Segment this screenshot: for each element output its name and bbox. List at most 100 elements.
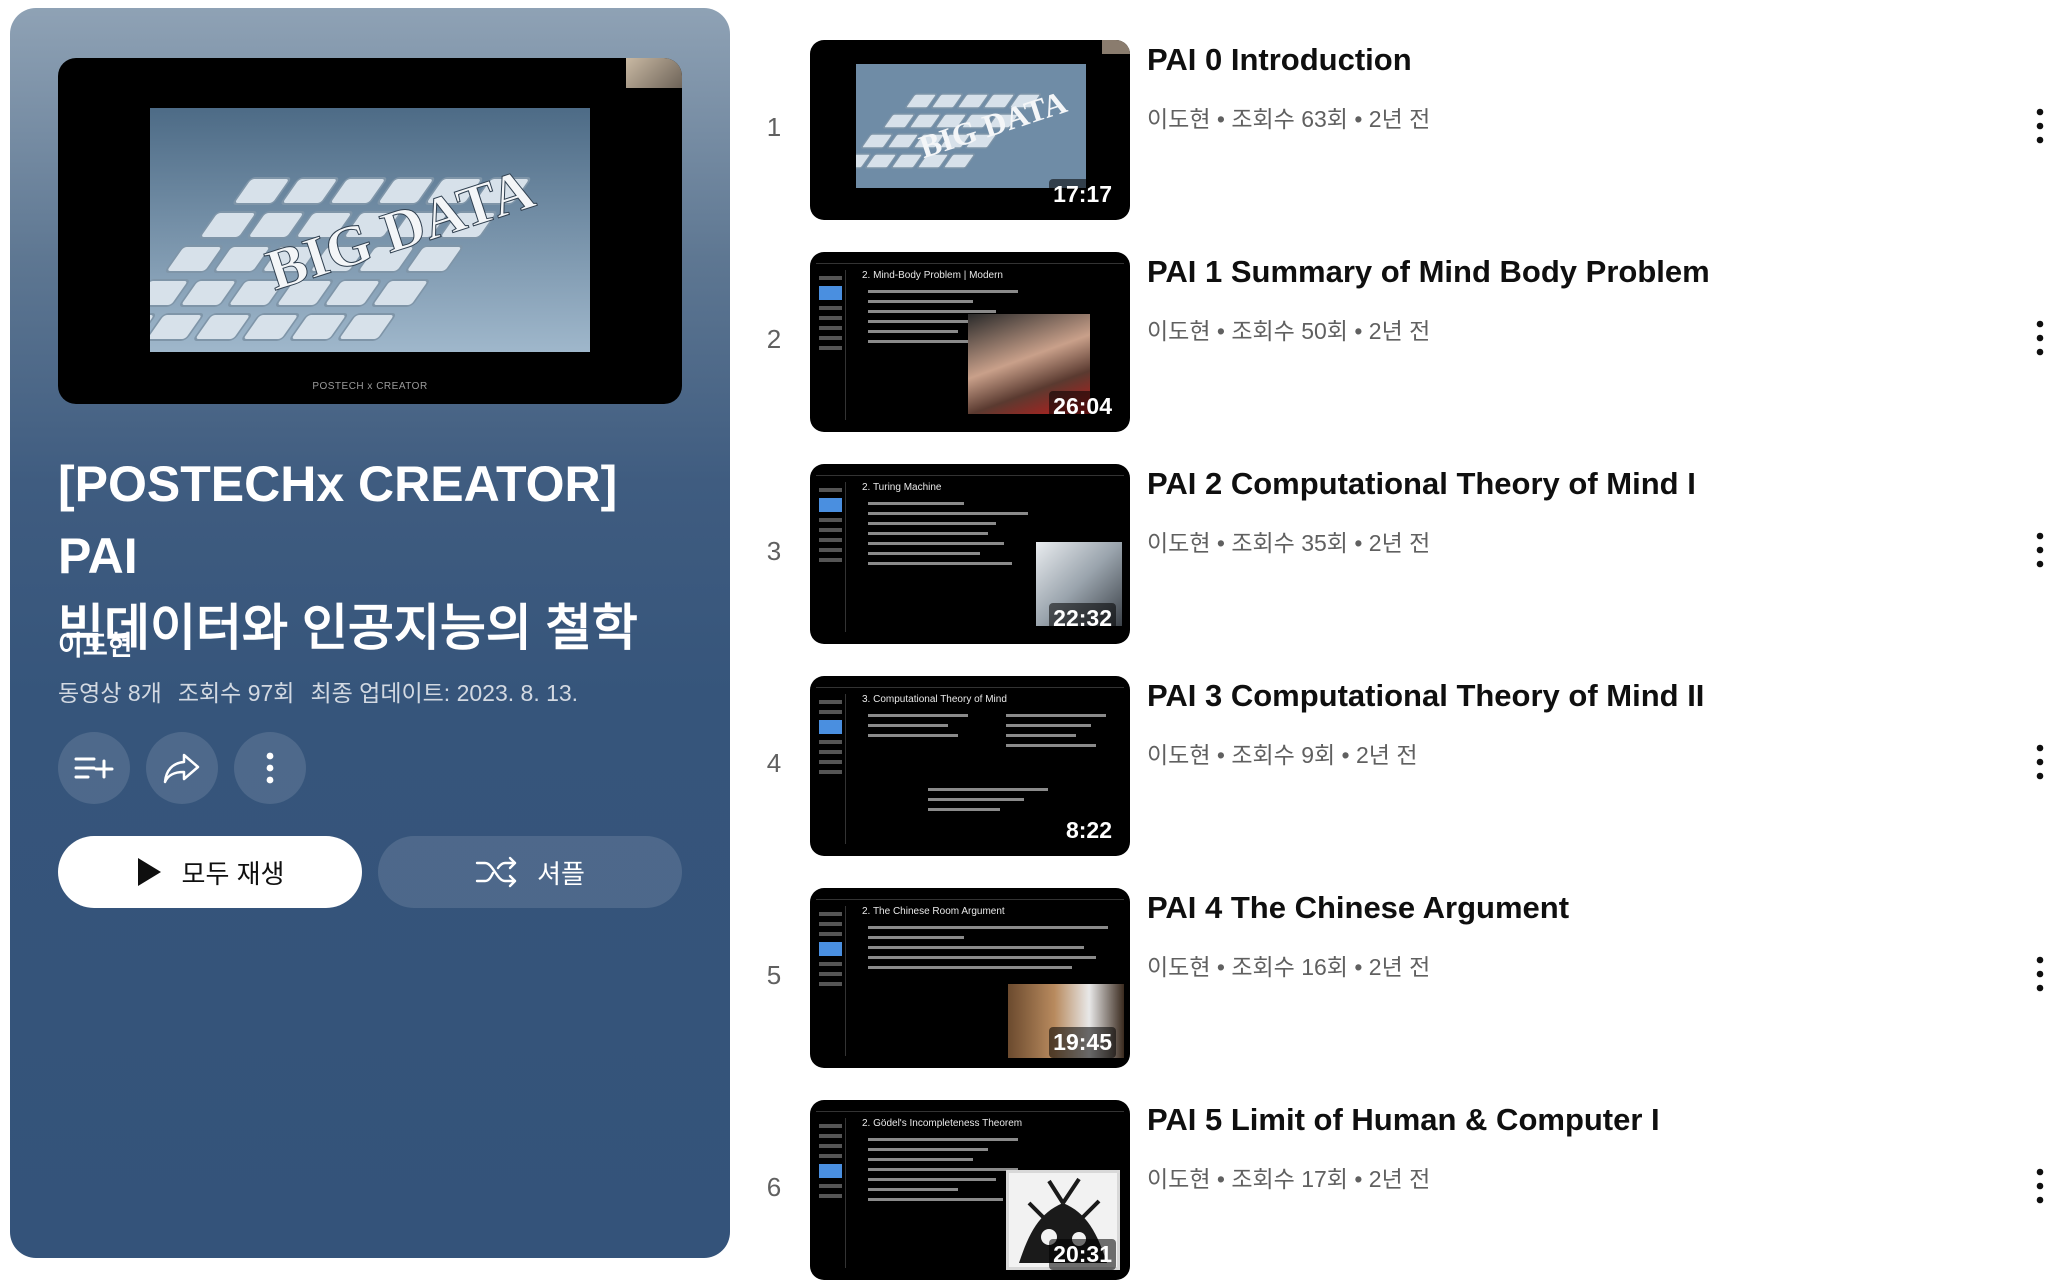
video-index: 2 [766,324,782,354]
video-title[interactable]: PAI 5 Limit of Human & Computer I [1147,1100,1660,1140]
view-count: 조회수 97회 [177,680,295,706]
video-age: 2년 전 [1368,954,1431,980]
meta-separator: • [1216,1166,1225,1192]
video-metadata: 이도현 • 조회수 50회 • 2년 전 [1147,312,1430,346]
video-duration: 26:04 [1049,391,1116,422]
video-index: 4 [766,748,782,778]
more-vert-icon[interactable] [2030,1166,2050,1206]
save-playlist-button[interactable] [58,732,130,804]
more-vert-icon[interactable] [2030,106,2050,146]
video-channel[interactable]: 이도현 [1147,1166,1210,1192]
hero-thumbnail-footer: POSTECH x CREATOR [312,381,428,392]
video-duration: 20:31 [1049,1239,1116,1270]
meta-separator: • [1216,742,1225,768]
playlist-thumbnail[interactable]: BIG DATA POSTECH x CREATOR [58,58,682,404]
video-thumbnail[interactable]: 2. The Chinese Room Argument 19:45 [810,888,1130,1068]
more-vert-icon[interactable] [2030,318,2050,358]
playlist-title-line1: [POSTECHx CREATOR] PAI [58,456,618,584]
playlist-video-item[interactable]: 5 2. The Chinese Room Argument 19:45 PAI… [760,888,2060,1070]
slide-sidebar [816,694,846,844]
slide-sidebar [816,482,846,632]
video-views: 조회수 17회 [1231,1166,1348,1192]
video-count: 동영상 8개 [58,680,162,706]
video-metadata: 이도현 • 조회수 16회 • 2년 전 [1147,948,1430,982]
video-metadata: 이도현 • 조회수 17회 • 2년 전 [1147,1160,1430,1194]
playlist-stats: 동영상 8개 조회수 97회 최종 업데이트: 2023. 8. 13. [58,674,578,708]
meta-separator: • [1216,530,1225,556]
more-vert-icon [266,752,274,784]
video-title[interactable]: PAI 3 Computational Theory of Mind II [1147,676,1704,716]
share-icon [163,753,200,784]
thumbnail-slide-heading: 2. Turing Machine [862,482,942,493]
meta-separator: • [1216,106,1225,132]
more-vert-icon[interactable] [2030,954,2050,994]
playlist-title-line2: 빅데이터와 인공지능의 철학 [58,600,638,656]
playlist-add-icon [74,757,114,779]
thumbnail-slide-heading: 3. Computational Theory of Mind [862,694,1007,705]
video-channel[interactable]: 이도현 [1147,954,1210,980]
big-data-keyboard-image: BIG DATA [856,64,1086,188]
shuffle-label: 셔플 [537,858,585,889]
shuffle-icon [475,856,517,888]
playlist-title: [POSTECHx CREATOR] PAI 빅데이터와 인공지능의 철학 [58,448,698,664]
video-thumbnail[interactable]: 2. Gödel's Incompleteness Theorem 20:31 [810,1100,1130,1280]
video-thumbnail[interactable]: 2. Mind-Body Problem | Modern 26:04 [810,252,1130,432]
slide-sidebar [816,906,846,1056]
video-duration: 17:17 [1049,179,1116,210]
play-all-label: 모두 재생 [181,858,285,889]
more-vert-icon[interactable] [2030,742,2050,782]
playlist-video-item[interactable]: 2 2. Mind-Body Problem | Modern 26:04 PA… [760,252,2060,434]
video-thumbnail[interactable]: 2. Turing Machine 22:32 [810,464,1130,644]
thumbnail-slide-heading: 2. The Chinese Room Argument [862,906,1005,917]
video-age: 2년 전 [1368,1166,1431,1192]
big-data-keyboard-image: BIG DATA [150,108,590,352]
video-duration: 8:22 [1061,815,1116,846]
video-metadata: 이도현 • 조회수 35회 • 2년 전 [1147,524,1430,558]
video-index: 3 [766,536,782,566]
more-actions-button[interactable] [234,732,306,804]
video-age: 2년 전 [1368,318,1431,344]
video-title[interactable]: PAI 4 The Chinese Argument [1147,888,1569,928]
video-title[interactable]: PAI 2 Computational Theory of Mind I [1147,464,1696,504]
meta-separator: • [1354,318,1363,344]
playlist-video-item[interactable]: 4 3. Computational Theory of Mind 8:22 P… [760,676,2060,858]
video-channel[interactable]: 이도현 [1147,742,1210,768]
video-age: 2년 전 [1368,106,1431,132]
playlist-owner[interactable]: 이도현 [58,624,133,663]
thumbnail-slide-heading: 2. Gödel's Incompleteness Theorem [862,1118,1023,1129]
video-metadata: 이도현 • 조회수 9회 • 2년 전 [1147,736,1418,770]
slide-sidebar [816,270,846,420]
thumbnail-slide-heading: 2. Mind-Body Problem | Modern [862,270,1003,281]
youtube-playlist-page: BIG DATA POSTECH x CREATOR [POSTECHx CRE… [0,0,2068,1288]
video-channel[interactable]: 이도현 [1147,530,1210,556]
meta-separator: • [1354,530,1363,556]
video-index: 5 [766,960,782,990]
meta-separator: • [1216,318,1225,344]
playlist-header-panel: BIG DATA POSTECH x CREATOR [POSTECHx CRE… [10,8,730,1258]
share-button[interactable] [146,732,218,804]
playlist-video-item[interactable]: 1 BIG DATA 17:17 PAI 0 Introduction 이도현 … [760,40,2060,222]
video-thumbnail[interactable]: BIG DATA 17:17 [810,40,1130,220]
playlist-video-item[interactable]: 3 2. Turing Machine 22:32 PAI 2 Computat… [760,464,2060,646]
shuffle-button[interactable]: 셔플 [378,836,682,908]
play-all-button[interactable]: 모두 재생 [58,836,362,908]
playlist-video-item[interactable]: 6 2. Gödel's Incompleteness Theorem 20:3… [760,1100,2060,1282]
video-title[interactable]: PAI 1 Summary of Mind Body Problem [1147,252,1710,292]
video-thumbnail[interactable]: 3. Computational Theory of Mind 8:22 [810,676,1130,856]
video-channel[interactable]: 이도현 [1147,318,1210,344]
presenter-webcam-image [1102,40,1130,54]
meta-separator: • [1354,106,1363,132]
video-views: 조회수 16회 [1231,954,1348,980]
more-vert-icon[interactable] [2030,530,2050,570]
video-title[interactable]: PAI 0 Introduction [1147,40,1412,80]
video-views: 조회수 35회 [1231,530,1348,556]
video-duration: 22:32 [1049,603,1116,634]
video-index: 6 [766,1172,782,1202]
video-duration: 19:45 [1049,1027,1116,1058]
last-updated: 최종 업데이트: 2023. 8. 13. [310,680,579,706]
play-icon [137,858,161,886]
video-channel[interactable]: 이도현 [1147,106,1210,132]
video-views: 조회수 9회 [1231,742,1336,768]
video-age: 2년 전 [1368,530,1431,556]
slide-sidebar [816,1118,846,1268]
